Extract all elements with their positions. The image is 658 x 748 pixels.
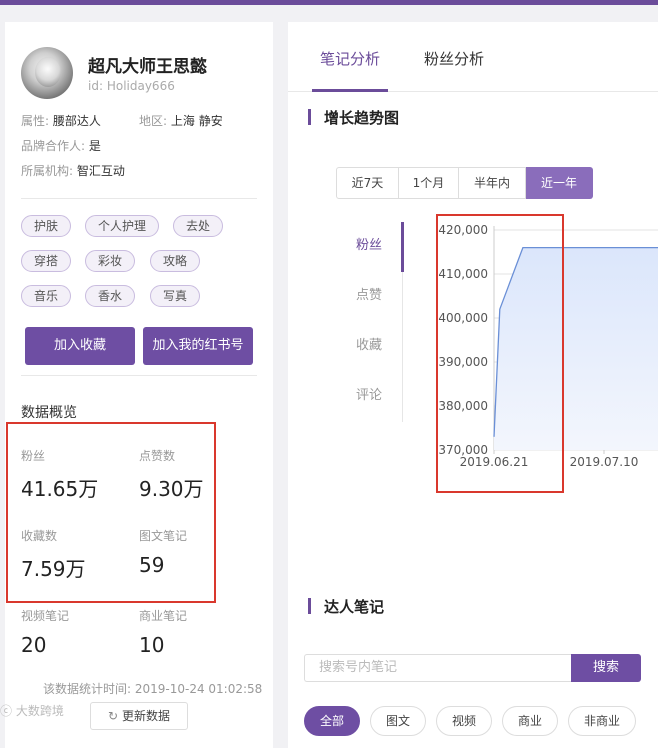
- stat-value-likes: 9.30万: [139, 477, 204, 501]
- tag-chip[interactable]: 护肤: [21, 215, 72, 237]
- refresh-label: 更新数据: [122, 709, 171, 723]
- analysis-tabs: 笔记分析 粉丝分析: [288, 22, 658, 92]
- avatar[interactable]: [21, 47, 73, 99]
- range-1month-button[interactable]: 1个月: [399, 167, 459, 199]
- stat-label-collects: 收藏数: [21, 529, 58, 543]
- filter-nonbusiness-button[interactable]: 非商业: [568, 706, 636, 736]
- x-tick-label: 2019.06.21: [460, 455, 529, 469]
- tag-chip[interactable]: 写真: [150, 285, 201, 307]
- active-tab-indicator: [312, 89, 388, 92]
- region-key: 地区:: [139, 114, 168, 128]
- region-value: 上海 静安: [170, 114, 223, 128]
- search-button[interactable]: 搜索: [571, 654, 641, 682]
- metric-tab-collects[interactable]: 收藏: [356, 334, 382, 353]
- attr-value: 腰部达人: [52, 114, 101, 128]
- divider: [21, 375, 257, 376]
- org-value: 智汇互动: [76, 164, 125, 178]
- attr-info: 属性: 腰部达人: [21, 112, 101, 129]
- profile-id-label: id:: [88, 79, 103, 93]
- brand-partner-info: 品牌合作人: 是: [21, 137, 101, 154]
- stats-timestamp: 该数据统计时间: 2019-10-24 01:02:58: [43, 682, 263, 696]
- section-marker: [308, 598, 311, 614]
- region-info: 地区: 上海 静安: [139, 112, 223, 129]
- filter-video-button[interactable]: 视频: [436, 706, 492, 736]
- stat-label-likes: 点赞数: [139, 449, 176, 463]
- divider: [21, 198, 257, 199]
- filter-all-button[interactable]: 全部: [304, 706, 360, 736]
- stat-value-collects: 7.59万: [21, 557, 86, 581]
- stat-value-fans: 41.65万: [21, 477, 99, 501]
- fans-trend-chart: 420,000410,000400,000390,000380,000370,0…: [438, 223, 658, 469]
- metric-tab-comments[interactable]: 评论: [356, 384, 382, 403]
- notes-title: 达人笔记: [324, 598, 385, 616]
- time-range-selector: 近7天 1个月 半年内 近一年: [336, 167, 593, 199]
- tag-chip[interactable]: 个人护理: [85, 215, 160, 237]
- watermark-logo-icon: ⓒ: [0, 704, 13, 718]
- tab-fan-analysis[interactable]: 粉丝分析: [424, 48, 484, 69]
- metric-active-indicator: [401, 222, 404, 272]
- profile-panel: 超凡大师王思懿 id: Holiday666 属性: 腰部达人 地区: 上海 静…: [5, 22, 273, 748]
- y-tick-label: 380,000: [438, 399, 488, 413]
- metric-tab-fans[interactable]: 粉丝: [356, 234, 382, 253]
- tag-chip[interactable]: 香水: [85, 285, 136, 307]
- fans-area: [494, 247, 658, 450]
- metric-tab-likes[interactable]: 点赞: [356, 284, 382, 303]
- refresh-icon: ↻: [107, 709, 119, 723]
- y-tick-label: 410,000: [438, 267, 488, 281]
- stat-value-business-notes: 10: [139, 633, 165, 657]
- org-info: 所属机构: 智汇互动: [21, 162, 125, 179]
- watermark: ⓒ 大数跨境: [0, 702, 64, 719]
- filter-business-button[interactable]: 商业: [502, 706, 558, 736]
- profile-id: id: Holiday666: [88, 79, 175, 93]
- stat-label-fans: 粉丝: [21, 449, 46, 463]
- brand-partner-value: 是: [88, 139, 101, 153]
- profile-name: 超凡大师王思懿: [88, 57, 207, 77]
- stat-value-image-notes: 59: [139, 553, 165, 577]
- watermark-text: 大数跨境: [15, 704, 64, 718]
- tag-chip[interactable]: 去处: [173, 215, 224, 237]
- tag-chip[interactable]: 音乐: [21, 285, 72, 307]
- refresh-data-button[interactable]: ↻ 更新数据: [90, 702, 188, 730]
- range-1year-button[interactable]: 近一年: [526, 167, 593, 199]
- tab-note-analysis[interactable]: 笔记分析: [320, 48, 380, 69]
- top-accent-bar: [0, 0, 658, 5]
- attr-key: 属性:: [21, 114, 50, 128]
- profile-id-value: Holiday666: [106, 79, 175, 93]
- overview-title: 数据概览: [21, 405, 77, 421]
- stat-value-video-notes: 20: [21, 633, 47, 657]
- brand-partner-key: 品牌合作人:: [21, 139, 86, 153]
- trend-title: 增长趋势图: [324, 109, 400, 127]
- add-redbook-button[interactable]: 加入我的红书号: [143, 327, 253, 365]
- stat-label-image-notes: 图文笔记: [139, 529, 188, 543]
- range-halfyear-button[interactable]: 半年内: [459, 167, 526, 199]
- y-tick-label: 390,000: [438, 355, 488, 369]
- tag-chip[interactable]: 穿搭: [21, 250, 72, 272]
- y-tick-label: 420,000: [438, 223, 488, 237]
- y-tick-label: 400,000: [438, 311, 488, 325]
- analysis-panel: 笔记分析 粉丝分析 增长趋势图 近7天 1个月 半年内 近一年 粉丝 点赞 收藏…: [288, 22, 658, 748]
- org-key: 所属机构:: [21, 164, 74, 178]
- tag-chip[interactable]: 彩妆: [85, 250, 136, 272]
- tag-chip[interactable]: 攻略: [150, 250, 201, 272]
- stat-label-business-notes: 商业笔记: [139, 609, 188, 623]
- add-favorite-button[interactable]: 加入收藏: [25, 327, 135, 365]
- range-7days-button[interactable]: 近7天: [336, 167, 399, 199]
- stat-label-video-notes: 视频笔记: [21, 609, 70, 623]
- x-tick-label: 2019.07.10: [570, 455, 639, 469]
- filter-image-button[interactable]: 图文: [370, 706, 426, 736]
- section-marker: [308, 109, 311, 125]
- notes-search-input[interactable]: 搜索号内笔记: [304, 654, 571, 682]
